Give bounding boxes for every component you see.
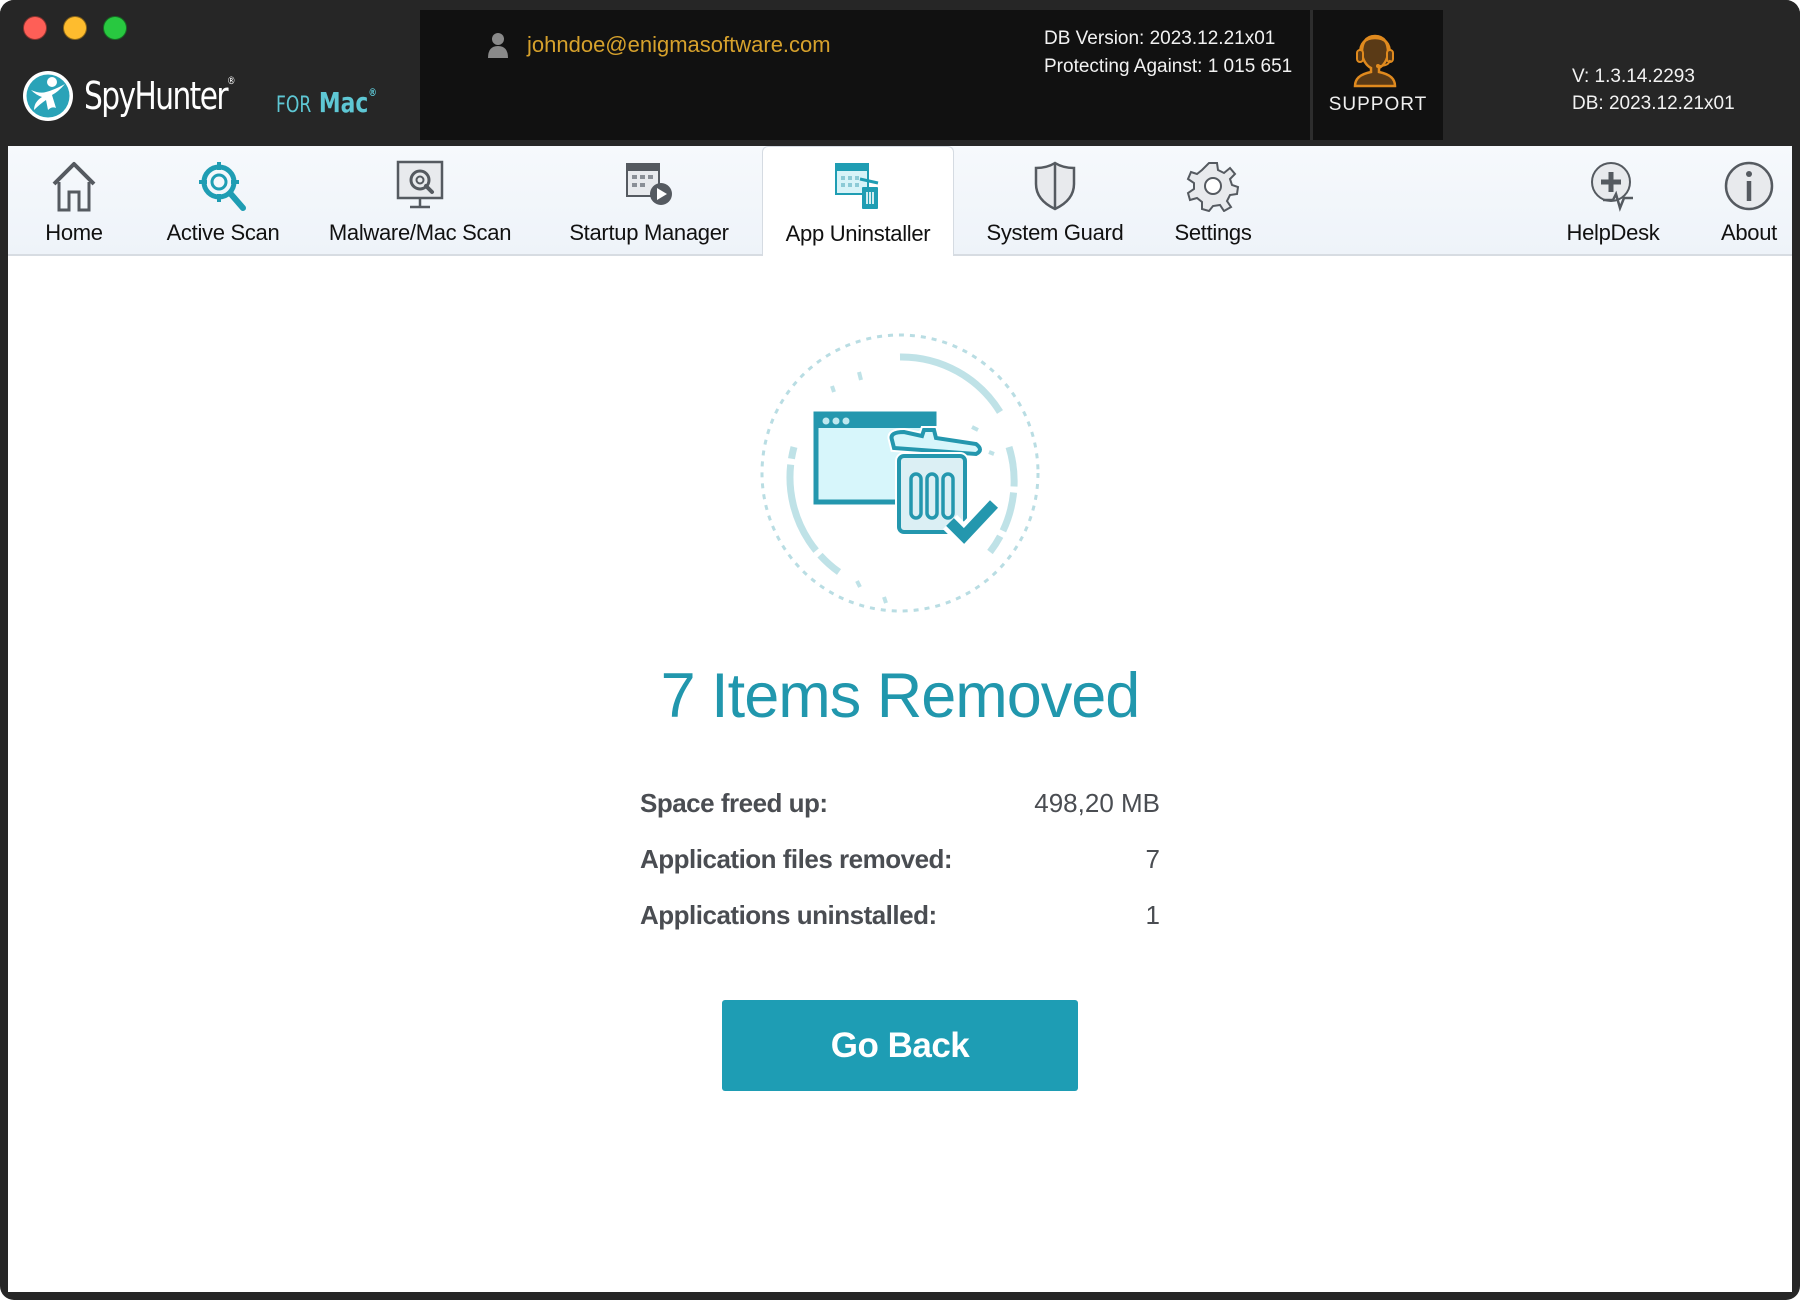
db-short-version: DB: 2023.12.21x01 [1572,93,1735,114]
user-icon [488,33,508,58]
support-label[interactable]: SUPPORT [1313,94,1443,116]
uninstall-complete-illustration [760,333,1040,613]
nav-label: Active Scan [166,220,280,245]
nav-app-uninstaller[interactable]: App Uninstaller [762,146,954,256]
title-bar: SpyHunter® FOR Mac® johndoe@enigmasoftwa… [0,0,1800,146]
nav-label: About [1721,220,1777,245]
nav-label: System Guard [986,220,1124,245]
go-back-button[interactable]: Go Back [722,1000,1078,1091]
stat-value-apps-uninstalled: 1 [1145,900,1160,930]
startup-manager-icon [626,163,672,205]
user-email[interactable]: johndoe@enigmasoftware.com [527,32,831,58]
main-nav: Home Active Scan Malware/Mac Scan Startu… [8,146,1792,256]
protecting-against: Protecting Against: 1 015 651 [1044,56,1293,77]
nav-label: Home [45,220,103,245]
nav-label: Malware/Mac Scan [328,220,512,245]
nav-home[interactable]: Home [24,146,124,254]
support-headset-icon[interactable] [1349,32,1401,88]
nav-label: Settings [1174,220,1252,245]
minimize-window-button[interactable] [63,16,87,40]
nav-label: HelpDesk [1566,220,1660,245]
home-icon [52,162,96,212]
helpdesk-icon [1591,162,1633,212]
nav-helpdesk[interactable]: HelpDesk [1556,146,1670,254]
nav-system-guard[interactable]: System Guard [982,146,1128,254]
active-scan-icon [199,162,246,211]
nav-settings[interactable]: Settings [1158,146,1268,254]
app-uninstaller-icon [835,163,879,209]
shield-icon [1034,161,1076,211]
app-name: SpyHunter® [84,74,236,118]
nav-startup-manager[interactable]: Startup Manager [560,146,738,254]
app-logo: SpyHunter® FOR Mac® [22,68,377,124]
stat-label-files-removed: Application files removed: [640,844,953,874]
nav-malware-scan[interactable]: Malware/Mac Scan [318,146,522,254]
stat-label-space-freed: Space freed up: [640,788,828,818]
nav-about[interactable]: About [1702,146,1796,254]
close-window-button[interactable] [23,16,47,40]
zoom-window-button[interactable] [103,16,127,40]
app-version: V: 1.3.14.2293 [1572,66,1695,87]
app-platform: FOR Mac® [276,86,377,119]
nav-active-scan[interactable]: Active Scan [150,146,296,254]
stat-label-apps-uninstalled: Applications uninstalled: [640,900,937,930]
gear-icon [1186,162,1240,212]
result-title: 7 Items Removed [660,661,1141,731]
nav-label: Startup Manager [569,220,729,245]
malware-scan-icon [396,160,444,209]
stat-value-files-removed: 7 [1145,844,1160,874]
db-version: DB Version: 2023.12.21x01 [1044,28,1276,49]
info-icon [1724,161,1774,211]
stat-value-space-freed: 498,20 MB [1034,788,1160,818]
spyhunter-logo-icon [23,71,73,121]
nav-label: App Uninstaller [785,221,931,246]
app-window: SpyHunter® FOR Mac® johndoe@enigmasoftwa… [0,0,1800,1300]
